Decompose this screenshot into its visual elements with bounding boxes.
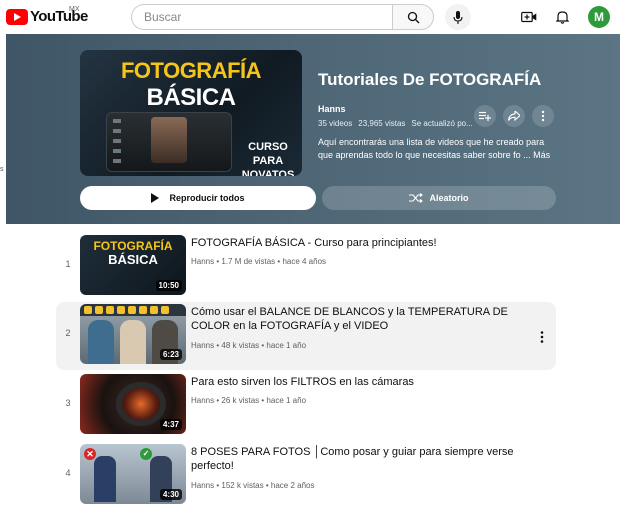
channel-name[interactable]: Hanns xyxy=(191,396,214,405)
create-button[interactable] xyxy=(518,6,540,28)
video-title[interactable]: Cómo usar el BALANCE DE BLANCOS y la TEM… xyxy=(191,305,531,333)
video-meta: Hanns1.7 M de vistashace 4 años xyxy=(191,257,326,266)
microphone-icon xyxy=(453,10,463,24)
video-duration: 4:30 xyxy=(159,489,182,500)
notifications-button[interactable] xyxy=(551,6,573,28)
video-index: 3 xyxy=(65,398,71,408)
upload-age: hace 1 año xyxy=(259,341,306,350)
thumb-title-line1: FOTOGRAFÍA xyxy=(120,58,262,83)
list-item[interactable]: 1 FOTOGRAFÍA BÁSICA 10:50 FOTOGRAFÍA BÁS… xyxy=(56,233,556,301)
playlist-description[interactable]: Aquí encontrarás una lista de videos que… xyxy=(318,136,558,162)
share-button[interactable] xyxy=(503,105,525,127)
bell-icon xyxy=(555,11,569,24)
video-index: 1 xyxy=(65,259,71,269)
view-count: 152 k vistas xyxy=(214,481,264,490)
video-meta: Hanns26 k vistashace 1 año xyxy=(191,396,306,405)
playlist-owner[interactable]: Hanns xyxy=(318,104,346,114)
share-icon xyxy=(508,111,520,121)
search-icon xyxy=(407,11,419,23)
view-count: 23,965 vistas xyxy=(358,119,406,128)
video-meta: Hanns48 k vistashace 1 año xyxy=(191,341,306,350)
upload-age: hace 4 años xyxy=(275,257,326,266)
playlist-header: FOTOGRAFÍA BÁSICA CURSO PARA NOVATOS Tut… xyxy=(6,34,620,224)
playlist-thumbnail[interactable]: FOTOGRAFÍA BÁSICA CURSO PARA NOVATOS xyxy=(80,50,302,176)
play-all-button[interactable]: Reproducir todos xyxy=(80,186,316,210)
list-item[interactable]: 4 ✕ ✓ 4:30 8 POSES PARA FOTOS │Como posa… xyxy=(56,442,556,510)
video-options-button[interactable] xyxy=(536,330,548,344)
thumb-title-line1: FOTOGRAFÍA xyxy=(93,239,173,253)
video-index: 2 xyxy=(65,328,71,338)
video-thumbnail[interactable]: ✕ ✓ 4:30 xyxy=(80,444,186,504)
more-vert-icon xyxy=(540,331,544,343)
video-title[interactable]: Para esto sirven los FILTROS en las cáma… xyxy=(191,375,531,389)
playlist-add-icon xyxy=(479,111,491,121)
video-count: 35 videos xyxy=(318,119,353,128)
country-code: MX xyxy=(69,6,80,13)
edge-marker: s xyxy=(0,166,4,173)
view-count: 48 k vistas xyxy=(214,341,259,350)
camera-image xyxy=(106,112,232,172)
more-options-button[interactable] xyxy=(532,105,554,127)
thumb-caption: CURSO PARA NOVATOS xyxy=(241,141,295,176)
video-thumbnail[interactable]: FOTOGRAFÍA BÁSICA 10:50 xyxy=(80,235,186,295)
create-video-icon xyxy=(521,11,537,23)
youtube-play-icon xyxy=(6,8,28,25)
shuffle-label: Aleatorio xyxy=(429,193,469,203)
upload-age: hace 2 años xyxy=(264,481,315,490)
updated-text: Se actualizó po... xyxy=(411,119,473,128)
search-button[interactable] xyxy=(392,4,434,30)
list-item[interactable]: 3 4:37 Para esto sirven los FILTROS en l… xyxy=(56,372,556,440)
play-all-label: Reproducir todos xyxy=(169,193,245,203)
list-item[interactable]: 2 6:23 Cómo usar el BALANCE DE BLANCOS y… xyxy=(56,302,556,370)
playlist-title: Tutoriales De FOTOGRAFÍA xyxy=(318,70,542,89)
search-input[interactable] xyxy=(144,5,384,29)
channel-name[interactable]: Hanns xyxy=(191,481,214,490)
shuffle-icon xyxy=(409,193,424,203)
video-index: 4 xyxy=(65,468,71,478)
voice-search-button[interactable] xyxy=(445,4,471,30)
shuffle-button[interactable]: Aleatorio xyxy=(322,186,556,210)
view-count: 26 k vistas xyxy=(214,396,259,405)
save-playlist-button[interactable] xyxy=(474,105,496,127)
channel-name[interactable]: Hanns xyxy=(191,257,214,266)
avatar[interactable]: M xyxy=(588,6,610,28)
lens-image xyxy=(116,382,166,426)
wrong-icon: ✕ xyxy=(84,448,96,460)
video-title[interactable]: 8 POSES PARA FOTOS │Como posar y guiar p… xyxy=(191,445,531,473)
playlist-stats: 35 videos 23,965 vistas Se actualizó po... xyxy=(318,119,479,128)
check-icon: ✓ xyxy=(140,448,152,460)
search-box xyxy=(131,4,393,30)
video-duration: 6:23 xyxy=(159,349,182,360)
view-count: 1.7 M de vistas xyxy=(214,257,275,266)
video-duration: 10:50 xyxy=(155,280,182,291)
video-thumbnail[interactable]: 6:23 xyxy=(80,304,186,364)
more-vert-icon xyxy=(541,110,545,122)
video-meta: Hanns152 k vistashace 2 años xyxy=(191,481,314,490)
channel-name[interactable]: Hanns xyxy=(191,341,214,350)
video-title[interactable]: FOTOGRAFÍA BÁSICA - Curso para principia… xyxy=(191,236,531,250)
video-thumbnail[interactable]: 4:37 xyxy=(80,374,186,434)
video-duration: 4:37 xyxy=(159,419,182,430)
thumb-title-line2: BÁSICA xyxy=(146,84,236,111)
play-icon xyxy=(151,193,160,203)
thumb-title-line2: BÁSICA xyxy=(108,252,158,267)
top-bar: YouTube MX M xyxy=(0,0,620,34)
upload-age: hace 1 año xyxy=(259,396,306,405)
